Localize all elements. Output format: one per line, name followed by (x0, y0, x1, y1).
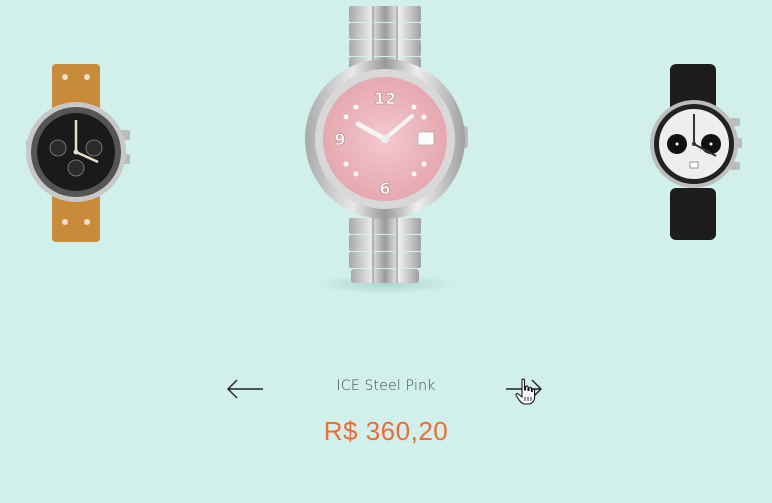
arrow-left-icon[interactable] (225, 374, 265, 404)
svg-text:9: 9 (334, 130, 345, 149)
watch-image-right[interactable] (646, 64, 744, 242)
product-price: R$ 360,20 (323, 416, 449, 446)
watch-image-left[interactable] (18, 62, 134, 244)
svg-text:6: 6 (379, 179, 390, 198)
svg-text:12: 12 (374, 89, 396, 108)
product-name: ICE Steel Pink (336, 378, 436, 394)
watch-image-center[interactable]: 12 6 9 (300, 4, 470, 296)
arrow-right-icon[interactable] (504, 374, 544, 404)
carousel-controls: ICE Steel Pink (0, 370, 772, 410)
